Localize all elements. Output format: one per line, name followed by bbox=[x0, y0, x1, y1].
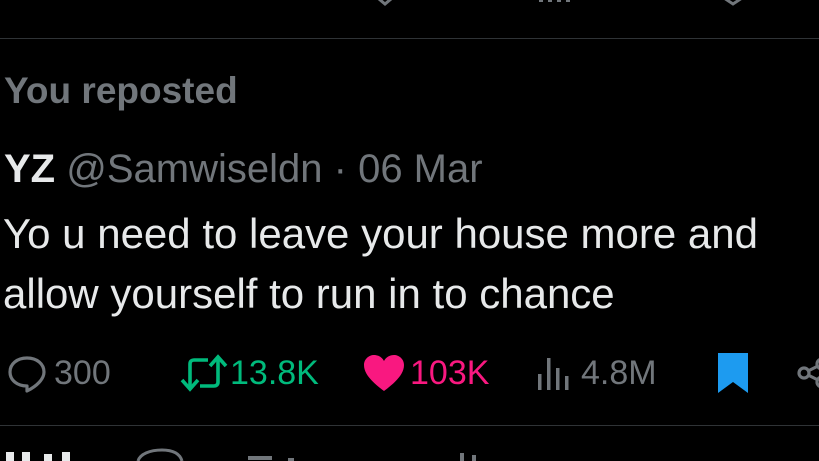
share-icon bbox=[797, 358, 819, 388]
share-button[interactable] bbox=[796, 348, 819, 398]
previous-like-icon[interactable] bbox=[370, 0, 400, 6]
like-icon bbox=[364, 355, 404, 391]
previous-bookmark-icon[interactable] bbox=[716, 0, 750, 6]
post-text: Yo u need to leave your house more and a… bbox=[3, 204, 819, 324]
reply-icon bbox=[8, 356, 46, 393]
like-button[interactable]: 103K bbox=[362, 348, 489, 398]
like-count: 103K bbox=[410, 353, 490, 392]
separator: · bbox=[333, 147, 347, 191]
reply-count: 300 bbox=[54, 353, 111, 392]
next-post-header-fragment bbox=[6, 448, 476, 461]
bookmark-icon bbox=[718, 353, 748, 393]
repost-indicator: You reposted bbox=[4, 70, 238, 111]
post-text-line: Yo u need to leave your house more and bbox=[3, 210, 758, 257]
repost-button[interactable]: 13.8K bbox=[180, 348, 319, 398]
timeline: You reposted YZ @Samwiseldn · 06 Mar Yo … bbox=[0, 0, 819, 461]
author-handle[interactable]: @Samwiseldn bbox=[66, 147, 322, 191]
post-header: YZ @Samwiseldn · 06 Mar bbox=[4, 146, 483, 192]
views-icon bbox=[538, 358, 569, 390]
divider bbox=[0, 425, 819, 426]
previous-views-icon[interactable] bbox=[537, 0, 573, 6]
post-date[interactable]: 06 Mar bbox=[358, 147, 483, 191]
repost-icon bbox=[180, 354, 228, 392]
post-actions: 300 13.8K 103K 4.8M bbox=[0, 348, 819, 398]
view-count: 4.8M bbox=[581, 353, 657, 392]
views-button[interactable]: 4.8M bbox=[537, 348, 657, 398]
repost-count: 13.8K bbox=[230, 353, 319, 392]
divider bbox=[0, 38, 819, 39]
bookmark-button[interactable] bbox=[716, 348, 750, 398]
post-text-line: allow yourself to run in to chance bbox=[3, 270, 615, 317]
author-name[interactable]: YZ bbox=[4, 147, 55, 191]
previous-post-actions bbox=[0, 0, 819, 38]
reply-button[interactable]: 300 bbox=[6, 348, 111, 398]
next-post-cropped bbox=[0, 438, 819, 461]
